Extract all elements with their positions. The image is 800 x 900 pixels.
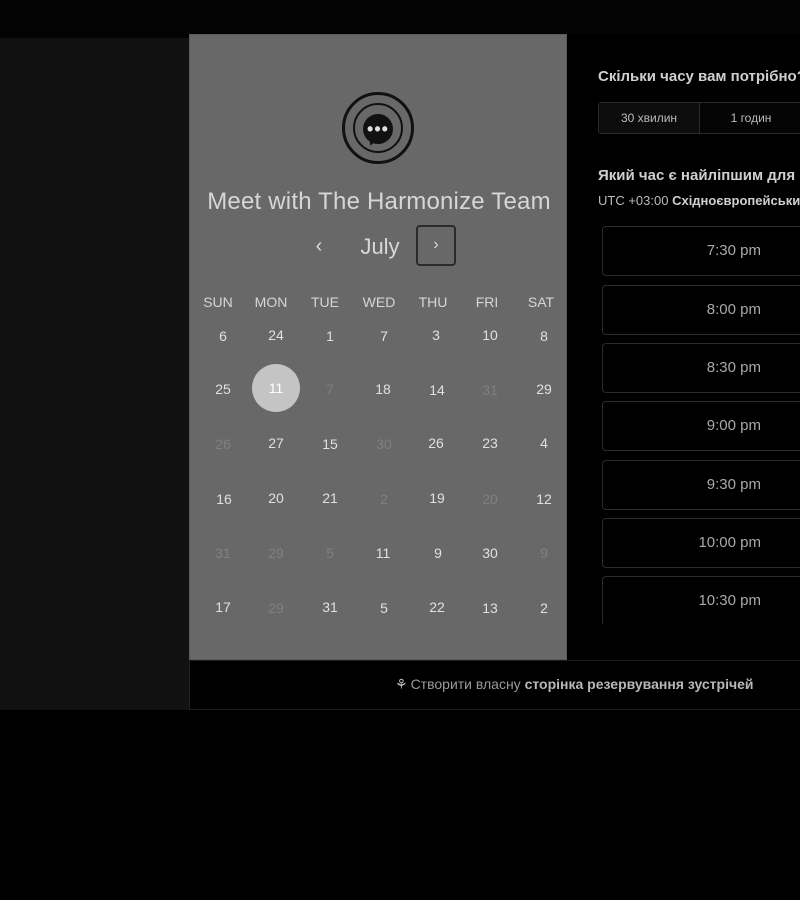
calendar-day[interactable]: 13 — [463, 600, 517, 616]
calendar-day[interactable]: 17 — [196, 599, 250, 615]
time-slot[interactable]: 10:30 pm — [602, 576, 800, 624]
booking-card: ••• Meet with The Harmonize Team ‹ July … — [189, 34, 800, 710]
weekday-label: THU — [418, 294, 448, 310]
calendar-day-disabled: 7 — [326, 381, 334, 397]
page-title: Meet with The Harmonize Team — [207, 188, 551, 215]
calendar-day[interactable]: 4 — [517, 435, 571, 451]
timezone-label[interactable]: UTC +03:00 Східноєвропейський час — [598, 193, 800, 208]
weekday-label: WED — [362, 294, 396, 310]
top-strip — [0, 0, 800, 38]
footer-text-prefix: Створити власну — [410, 676, 521, 692]
calendar-day[interactable]: 30 — [463, 545, 517, 561]
time-slot[interactable]: 10:00 pm — [602, 518, 800, 568]
time-slot[interactable]: 9:00 pm — [602, 401, 800, 451]
calendar-day[interactable]: 24 — [249, 327, 303, 343]
sprout-icon: ⚘ — [395, 676, 408, 692]
calendar-day[interactable]: 20 — [249, 490, 303, 506]
calendar-day[interactable]: 11 — [356, 545, 410, 561]
calendar-day-disabled: 29 — [268, 600, 284, 616]
calendar-day[interactable]: 2 — [517, 600, 571, 616]
weekday-label: FRI — [475, 294, 499, 310]
calendar-day[interactable]: 12 — [517, 491, 571, 507]
calendar-day[interactable]: 25 — [196, 381, 250, 397]
timezone-name: Східноєвропейський час — [672, 193, 800, 208]
calendar-day[interactable]: 14 — [410, 382, 464, 398]
weekday-header: SUN MON TUE WED THU FRI SAT — [190, 294, 568, 314]
calendar-day[interactable]: 23 — [463, 435, 517, 451]
calendar-day-disabled: 31 — [482, 382, 498, 398]
calendar-day[interactable]: 31 — [303, 599, 357, 615]
calendar-day-disabled: 5 — [326, 545, 334, 561]
time-slot[interactable]: 9:30 pm — [602, 460, 800, 510]
weekday-label: MON — [254, 294, 288, 310]
time-slot[interactable]: 8:00 pm — [602, 285, 800, 335]
calendar-panel: ••• Meet with The Harmonize Team ‹ July … — [189, 34, 567, 660]
calendar-day-disabled: 29 — [268, 545, 284, 561]
calendar-day[interactable]: 8 — [517, 328, 571, 344]
create-booking-page-link[interactable]: ⚘ Створити власну сторінка резервування з… — [395, 676, 754, 693]
calendar-day[interactable]: 7 — [357, 328, 411, 344]
time-question: Який час є найліпшим для вас? — [598, 167, 800, 184]
calendar-day[interactable]: 10 — [463, 327, 517, 343]
chevron-right-icon[interactable]: › — [416, 225, 456, 266]
calendar-day[interactable]: 29 — [517, 381, 571, 397]
footer-text-bold: сторінка резервування зустрічей — [524, 676, 754, 692]
calendar-grid: 6 24 1 7 3 10 8 25 11 7 18 14 31 29 26 2… — [190, 315, 568, 645]
calendar-day[interactable]: 3 — [409, 327, 463, 343]
calendar-day[interactable]: 21 — [303, 490, 357, 506]
calendar-day[interactable]: 1 — [303, 328, 357, 344]
calendar-day[interactable]: 5 — [357, 600, 411, 616]
calendar-day[interactable]: 18 — [356, 381, 410, 397]
calendar-day-selected[interactable]: 11 — [252, 364, 300, 412]
calendar-day[interactable]: 19 — [410, 490, 464, 506]
calendar-day-disabled: 31 — [215, 545, 231, 561]
chat-bubble-icon: ••• — [342, 92, 414, 164]
duration-question: Скільки часу вам потрібно? — [598, 68, 800, 85]
calendar-day[interactable]: 15 — [303, 436, 357, 452]
calendar-day[interactable]: 26 — [409, 435, 463, 451]
calendar-day[interactable]: 22 — [410, 599, 464, 615]
calendar-day-disabled: 2 — [380, 491, 388, 507]
timezone-offset: UTC +03:00 — [598, 193, 669, 208]
chevron-left-icon[interactable]: ‹ — [304, 232, 334, 262]
footer-bar: ⚘ Створити власну сторінка резервування з… — [189, 660, 800, 710]
logo-ring: ••• — [353, 103, 403, 153]
time-slot[interactable]: 7:30 pm — [602, 226, 800, 276]
duration-option-30min[interactable]: 30 хвилин — [599, 103, 700, 133]
month-label: July — [360, 234, 400, 259]
month-navigation: ‹ July › — [190, 225, 568, 271]
calendar-day-disabled: 9 — [540, 545, 548, 561]
weekday-label: SAT — [527, 294, 555, 310]
time-slot-list[interactable]: 7:30 pm 8:00 pm 8:30 pm 9:00 pm 9:30 pm … — [602, 226, 800, 624]
duration-option-1h[interactable]: 1 годин — [700, 103, 800, 133]
calendar-day[interactable]: 9 — [411, 545, 465, 561]
calendar-day[interactable]: 16 — [197, 491, 251, 507]
duration-toggle: 30 хвилин 1 годин — [598, 102, 800, 134]
weekday-label: TUE — [311, 294, 339, 310]
time-slot[interactable]: 8:30 pm — [602, 343, 800, 393]
booking-options-panel: Скільки часу вам потрібно? 30 хвилин 1 г… — [567, 34, 800, 660]
calendar-day[interactable]: 6 — [196, 328, 250, 344]
weekday-label: SUN — [203, 294, 233, 310]
calendar-day-disabled: 26 — [215, 436, 231, 452]
calendar-day-disabled: 20 — [482, 491, 498, 507]
calendar-day-disabled: 30 — [376, 436, 392, 452]
calendar-day[interactable]: 27 — [249, 435, 303, 451]
